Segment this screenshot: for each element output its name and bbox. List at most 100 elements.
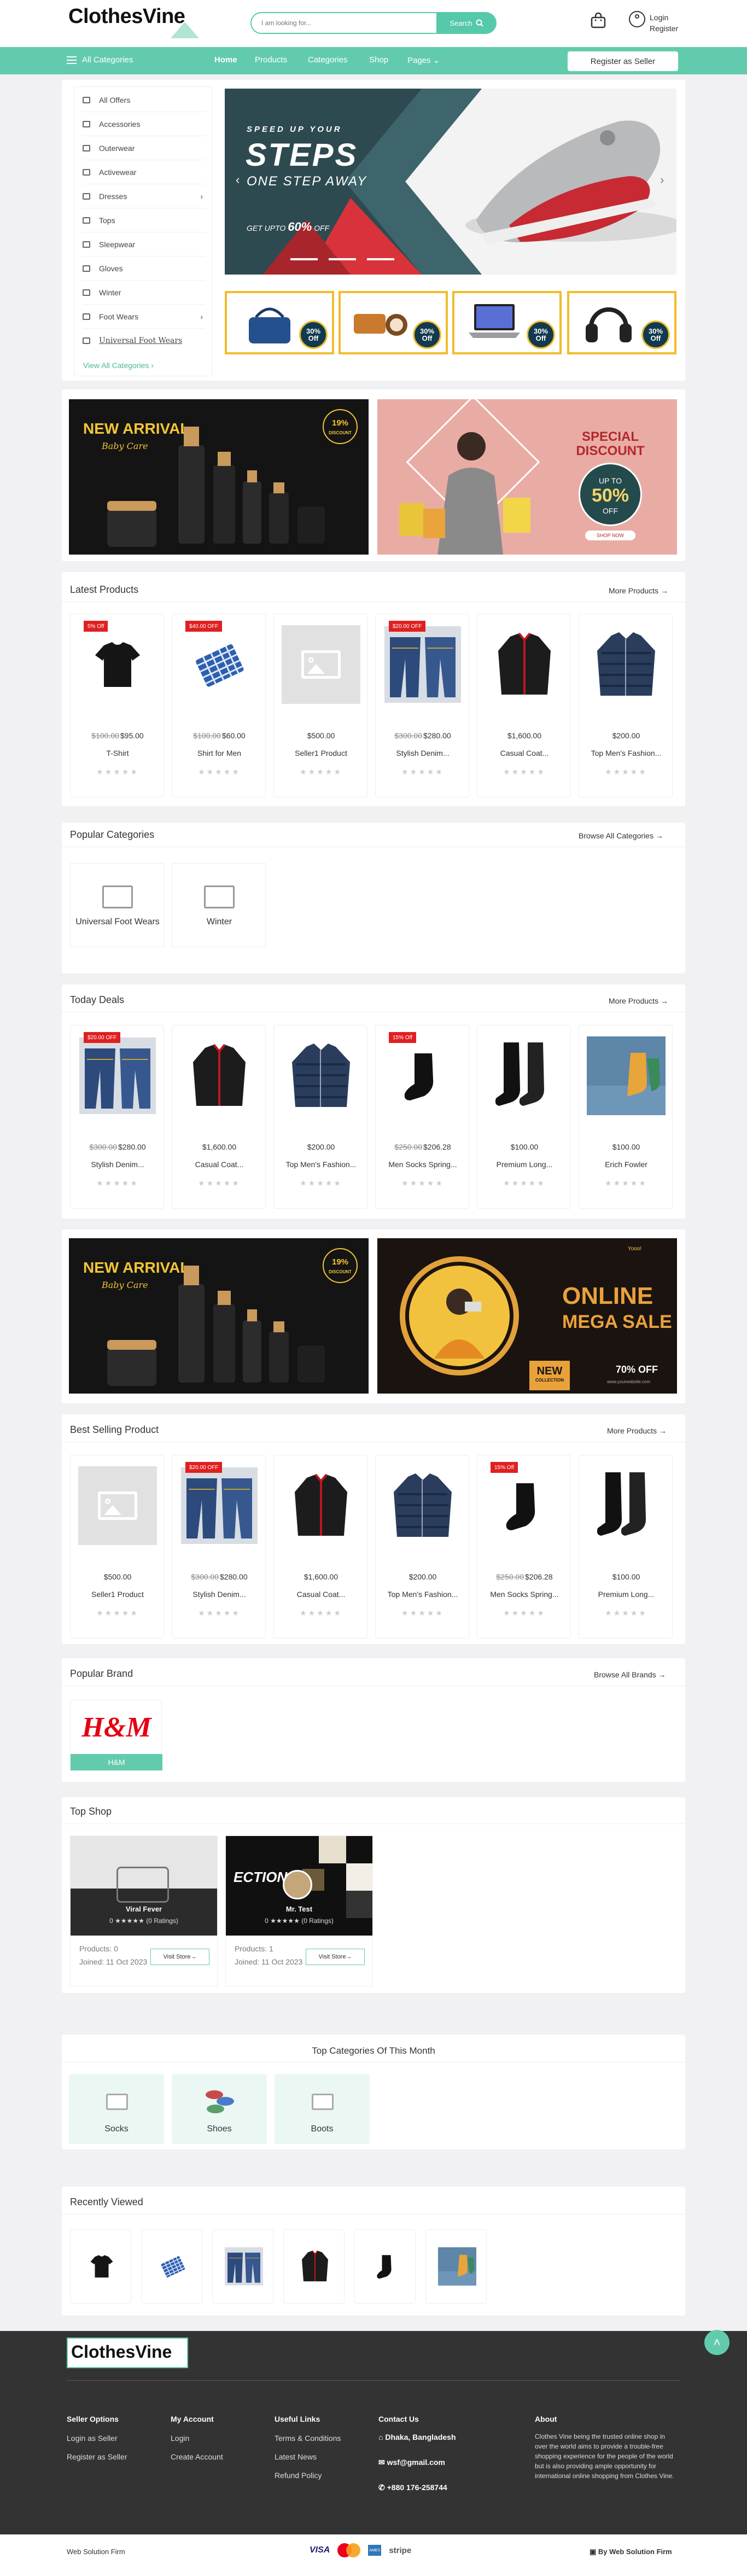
product-card[interactable]: $100.00 Premium Long... ★★★★★ <box>477 1025 571 1209</box>
user-icon[interactable] <box>629 11 645 27</box>
footer-link[interactable]: Login <box>171 2434 189 2443</box>
product-card[interactable]: $200.00 Top Men's Fashion... ★★★★★ <box>579 614 673 797</box>
category-item[interactable]: Outerwear <box>83 136 205 160</box>
nav-categories[interactable]: Categories <box>308 55 348 65</box>
recently-viewed-item[interactable] <box>70 2229 131 2304</box>
register-link[interactable]: Register <box>650 23 678 34</box>
all-categories-toggle[interactable]: All Categories <box>67 55 133 65</box>
category-item[interactable]: Sleepwear <box>83 232 205 257</box>
category-item[interactable]: Winter <box>83 281 205 305</box>
footer-link[interactable]: Latest News <box>275 2452 317 2461</box>
product-name[interactable]: Shirt for Men <box>172 749 266 757</box>
browse-brands-link[interactable]: Browse All Brands → <box>594 1670 666 1679</box>
product-card[interactable]: 15% Off $250.00 $206.28 Men Socks Spring...… <box>375 1025 469 1209</box>
back-to-top-button[interactable]: ˄ <box>704 2330 730 2355</box>
category-item[interactable]: All Offers <box>83 88 205 112</box>
product-name[interactable]: Seller1 Product <box>71 1590 165 1599</box>
product-name[interactable]: Casual Coat... <box>172 1160 266 1169</box>
recently-viewed-item[interactable] <box>354 2229 416 2304</box>
nav-products[interactable]: Products <box>255 55 287 65</box>
shop-card[interactable]: ECTION Mr. Test 0 ★★★★★ (0 Ratings) Prod… <box>225 1835 373 1986</box>
browse-categories-link[interactable]: Browse All Categories → <box>579 831 663 840</box>
slider-dot[interactable] <box>367 258 394 260</box>
category-item[interactable]: Tops <box>83 208 205 232</box>
category-item[interactable]: Activewear <box>83 160 205 184</box>
product-card[interactable]: $500.00 Seller1 Product ★★★★★ <box>273 614 367 797</box>
slider-dot[interactable] <box>290 258 318 260</box>
product-name[interactable]: Men Socks Spring... <box>376 1160 470 1169</box>
register-seller-button[interactable]: Register as Seller <box>568 51 678 71</box>
top-category-card[interactable]: Shoes <box>172 2074 267 2144</box>
product-name[interactable]: Stylish Denim... <box>172 1590 266 1599</box>
footer-logo[interactable]: ClothesVine <box>67 2338 188 2368</box>
product-card[interactable]: $200.00 Top Men's Fashion... ★★★★★ <box>273 1025 367 1209</box>
top-category-card[interactable]: Socks <box>69 2074 164 2144</box>
recently-viewed-item[interactable] <box>425 2229 487 2304</box>
banner-new-arrival[interactable]: NEW ARRIVAL Baby Care 19% DISCOUNT <box>69 399 369 555</box>
banner-new-arrival-2[interactable]: NEW ARRIVAL Baby Care 19% DISCOUNT <box>69 1238 369 1394</box>
product-card[interactable]: $100.00 Erich Fowler ★★★★★ <box>579 1025 673 1209</box>
view-all-categories-link[interactable]: View All Categories › <box>83 361 154 370</box>
product-name[interactable]: T-Shirt <box>71 749 165 757</box>
shopping-bag-icon[interactable] <box>590 12 607 30</box>
promo-thumb[interactable]: 30% Off <box>452 291 562 354</box>
slider-dot[interactable] <box>329 258 356 260</box>
footer-phone[interactable]: ✆ +880 176-258744 <box>378 2483 447 2492</box>
product-card[interactable]: $100.00 Premium Long... ★★★★★ <box>579 1455 673 1639</box>
category-item[interactable]: Universal Foot Wears <box>83 329 205 353</box>
footer-link[interactable]: Create Account <box>171 2452 223 2461</box>
product-card[interactable]: 5% Off $100.00 $95.00 T-Shirt ★★★★★ <box>70 614 164 797</box>
product-card[interactable]: $20.00 OFF $300.00 $280.00 Stylish Denim...… <box>375 614 469 797</box>
category-item[interactable]: Dresses › <box>83 184 205 208</box>
product-name[interactable]: Erich Fowler <box>579 1160 673 1169</box>
product-name[interactable]: Stylish Denim... <box>376 749 470 757</box>
nav-pages[interactable]: Pages ⌄ <box>407 55 440 65</box>
footer-link[interactable]: Refund Policy <box>275 2471 322 2480</box>
shop-card[interactable]: Viral Fever 0 ★★★★★ (0 Ratings) Products… <box>70 1835 218 1986</box>
login-link[interactable]: Login <box>650 12 678 23</box>
category-card[interactable]: Winter <box>172 863 266 947</box>
recently-viewed-item[interactable] <box>212 2229 273 2304</box>
product-name[interactable]: Top Men's Fashion... <box>579 749 673 757</box>
product-name[interactable]: Seller1 Product <box>274 749 368 757</box>
footer-email[interactable]: ✉ wsf@gmail.com <box>378 2458 445 2467</box>
product-name[interactable]: Stylish Denim... <box>71 1160 165 1169</box>
recently-viewed-item[interactable] <box>141 2229 202 2304</box>
product-name[interactable]: Men Socks Spring... <box>477 1590 571 1599</box>
top-category-card[interactable]: Boots <box>275 2074 370 2144</box>
promo-thumb[interactable]: 30% Off <box>225 291 334 354</box>
slider-next-icon[interactable]: › <box>660 173 664 187</box>
product-name[interactable]: Top Men's Fashion... <box>376 1590 470 1599</box>
footer-link[interactable]: Terms & Conditions <box>275 2434 341 2443</box>
visit-store-button[interactable]: Visit Store → <box>150 1949 209 1965</box>
category-item[interactable]: Accessories <box>83 112 205 136</box>
banner-mega-sale[interactable]: Yooo! ONLINE MEGA SALE NEW COLLECTION 70% … <box>377 1238 677 1394</box>
product-card[interactable]: $40.00 OFF $100.00 $60.00 Shirt for Men ★★★★… <box>172 614 266 797</box>
site-logo[interactable]: ClothesVine <box>68 5 185 28</box>
search-button[interactable]: Search <box>436 13 495 33</box>
category-card[interactable]: Universal Foot Wears <box>70 863 164 947</box>
product-name[interactable]: Premium Long... <box>477 1160 571 1169</box>
promo-thumb[interactable]: 30% Off <box>339 291 448 354</box>
product-card[interactable]: 15% Off $250.00 $206.28 Men Socks Spring...… <box>477 1455 571 1639</box>
brand-card[interactable]: H&M H&M <box>70 1700 162 1771</box>
more-products-link[interactable]: More Products → <box>609 996 668 1005</box>
search-input[interactable] <box>252 13 436 33</box>
product-name[interactable]: Premium Long... <box>579 1590 673 1599</box>
product-name[interactable]: Top Men's Fashion... <box>274 1160 368 1169</box>
product-name[interactable]: Casual Coat... <box>274 1590 368 1599</box>
nav-shop[interactable]: Shop <box>369 55 388 65</box>
product-card[interactable]: $200.00 Top Men's Fashion... ★★★★★ <box>375 1455 469 1639</box>
more-products-link[interactable]: More Products → <box>607 1426 667 1435</box>
product-card[interactable]: $20.00 OFF $300.00 $280.00 Stylish Denim...… <box>70 1025 164 1209</box>
hero-slider[interactable]: SPEED UP YOUR STEPS ONE STEP AWAY GET UP… <box>225 89 676 275</box>
product-card[interactable]: $1,600.00 Casual Coat... ★★★★★ <box>273 1455 367 1639</box>
product-card[interactable]: $1,600.00 Casual Coat... ★★★★★ <box>477 614 571 797</box>
more-products-link[interactable]: More Products → <box>609 586 668 595</box>
promo-thumb[interactable]: 30% Off <box>567 291 676 354</box>
product-card[interactable]: $1,600.00 Casual Coat... ★★★★★ <box>172 1025 266 1209</box>
product-card[interactable]: $20.00 OFF $300.00 $280.00 Stylish Denim...… <box>172 1455 266 1639</box>
product-card[interactable]: $500.00 Seller1 Product ★★★★★ <box>70 1455 164 1639</box>
footer-link[interactable]: Login as Seller <box>67 2434 118 2443</box>
category-item[interactable]: Foot Wears › <box>83 305 205 329</box>
